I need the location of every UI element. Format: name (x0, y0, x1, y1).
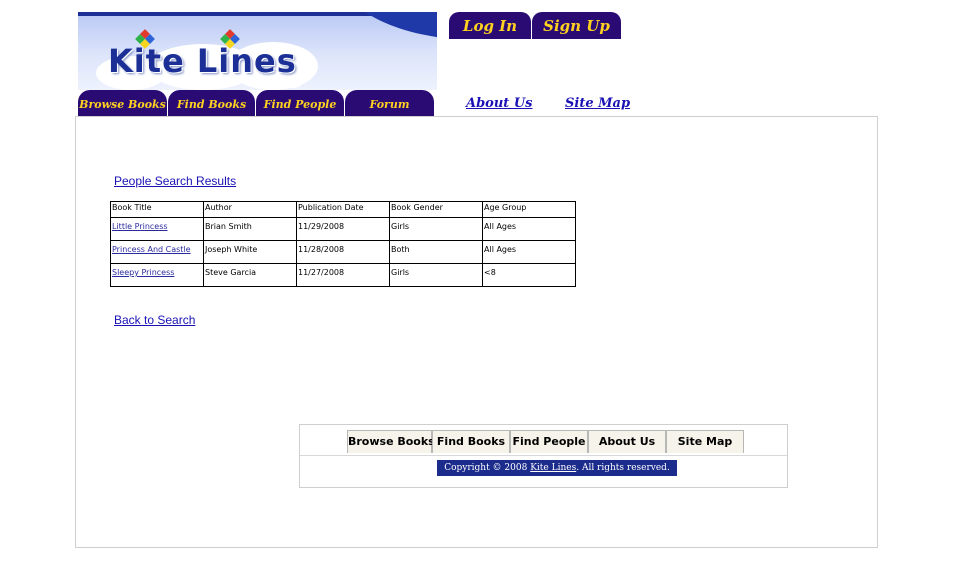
table-cell: Joseph White (203, 240, 297, 264)
table-cell: Princess And Castle (110, 240, 204, 264)
footer-divider (300, 455, 787, 456)
book-title-link[interactable]: Princess And Castle (112, 245, 191, 254)
table-cell: Steve Garcia (203, 263, 297, 287)
back-to-search-link[interactable]: Back to Search (114, 313, 195, 327)
table-header-cell: Author (203, 201, 297, 218)
header-banner: Kite Lines (78, 12, 437, 90)
about-us-link[interactable]: About Us (466, 96, 533, 111)
footer-tab-find-people[interactable]: Find People (510, 430, 588, 453)
table-row: Little Princess Brian Smith 11/29/2008 G… (110, 217, 576, 241)
copyright-notice: Copyright © 2008 Kite Lines. All rights … (437, 460, 677, 476)
table-cell: 11/27/2008 (296, 263, 390, 287)
nav-tab-browse-books[interactable]: Browse Books (78, 90, 167, 116)
book-title-link[interactable]: Little Princess (112, 222, 168, 231)
site-logo[interactable]: Kite Lines (108, 42, 297, 80)
book-title-link[interactable]: Sleepy Princess (112, 268, 174, 277)
table-header-cell: Book Title (110, 201, 204, 218)
footer-tab-site-map[interactable]: Site Map (666, 430, 744, 453)
table-cell: Girls (389, 217, 483, 241)
table-header-cell: Publication Date (296, 201, 390, 218)
table-cell: 11/28/2008 (296, 240, 390, 264)
table-header-cell: Book Gender (389, 201, 483, 218)
table-cell: All Ages (482, 217, 576, 241)
table-cell: Brian Smith (203, 217, 297, 241)
footer-panel: Browse Books Find Books Find People Abou… (299, 424, 788, 488)
nav-tab-find-books[interactable]: Find Books (168, 90, 255, 116)
table-cell: All Ages (482, 240, 576, 264)
table-cell: 11/29/2008 (296, 217, 390, 241)
table-cell: Sleepy Princess (110, 263, 204, 287)
table-cell: Little Princess (110, 217, 204, 241)
results-table: Book Title Author Publication Date Book … (110, 201, 576, 287)
nav-tab-forum[interactable]: Forum (345, 90, 434, 116)
table-header-row: Book Title Author Publication Date Book … (110, 201, 576, 218)
login-button[interactable]: Log In (449, 12, 531, 39)
footer-tab-browse-books[interactable]: Browse Books (347, 430, 435, 453)
copyright-prefix: Copyright © 2008 (444, 463, 528, 473)
table-cell: Girls (389, 263, 483, 287)
people-search-results-link[interactable]: People Search Results (114, 174, 236, 188)
table-row: Princess And Castle Joseph White 11/28/2… (110, 240, 576, 264)
banner-swoosh (337, 12, 437, 40)
nav-tab-find-people[interactable]: Find People (256, 90, 344, 116)
table-cell: <8 (482, 263, 576, 287)
signup-button[interactable]: Sign Up (532, 12, 621, 39)
table-header-cell: Age Group (482, 201, 576, 218)
copyright-suffix: . All rights reserved. (576, 463, 670, 473)
copyright-site-link[interactable]: Kite Lines (530, 463, 576, 473)
footer-tab-find-books[interactable]: Find Books (432, 430, 510, 453)
table-row: Sleepy Princess Steve Garcia 11/27/2008 … (110, 263, 576, 287)
table-cell: Both (389, 240, 483, 264)
site-map-link[interactable]: Site Map (565, 96, 630, 111)
footer-tab-about-us[interactable]: About Us (588, 430, 666, 453)
